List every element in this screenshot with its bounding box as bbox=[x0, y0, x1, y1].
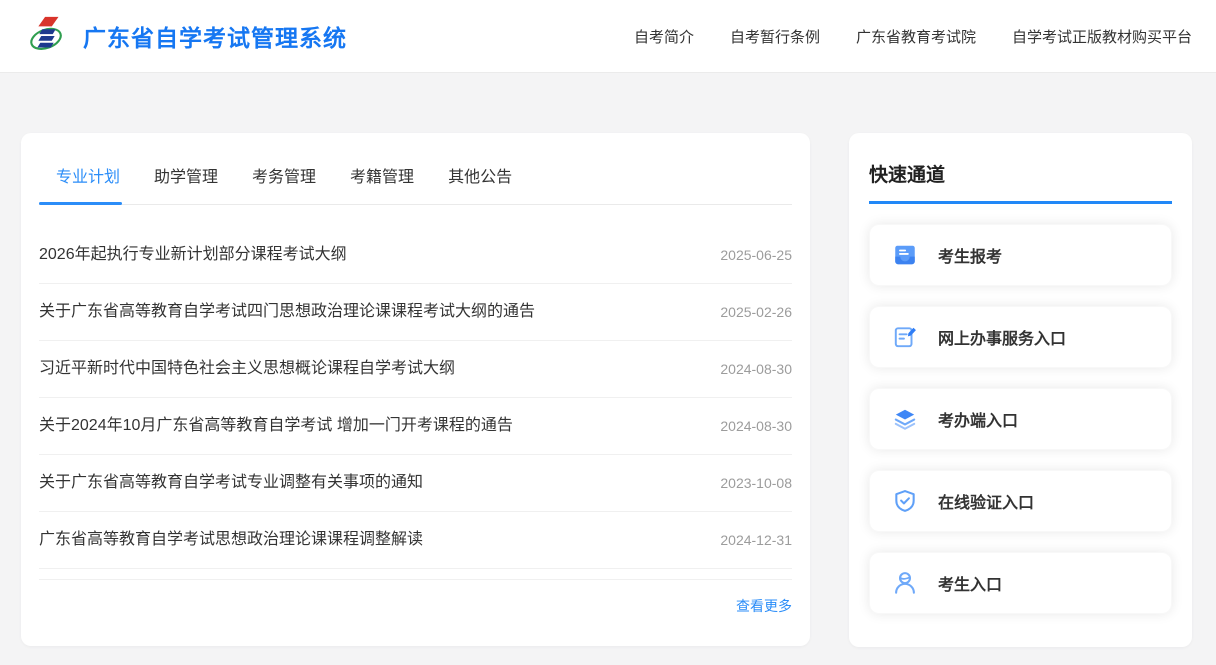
news-item[interactable]: 关于广东省高等教育自学考试专业调整有关事项的通知 2023-10-08 bbox=[39, 455, 792, 512]
news-item-title[interactable]: 关于广东省高等教育自学考试专业调整有关事项的通知 bbox=[39, 472, 423, 494]
quick-link-label: 在线验证入口 bbox=[938, 495, 1035, 512]
news-item-date: 2025-02-26 bbox=[720, 304, 792, 320]
quick-link-exam-office[interactable]: 考办端入口 bbox=[869, 388, 1172, 450]
news-item-title[interactable]: 习近平新时代中国特色社会主义思想概论课程自学考试大纲 bbox=[39, 358, 455, 380]
inbox-icon bbox=[892, 242, 918, 268]
news-item[interactable]: 广东省高等教育自学考试思想政治理论课课程调整解读 2024-12-31 bbox=[39, 512, 792, 569]
news-item[interactable]: 2026年起执行专业新计划部分课程考试大纲 2025-06-25 bbox=[39, 227, 792, 284]
news-item-title[interactable]: 关于广东省高等教育自学考试四门思想政治理论课课程考试大纲的通告 bbox=[39, 301, 535, 323]
news-item-date: 2024-08-30 bbox=[720, 361, 792, 377]
layers-icon bbox=[892, 406, 918, 432]
site-logo-icon bbox=[24, 13, 70, 59]
news-item[interactable]: 习近平新时代中国特色社会主义思想概论课程自学考试大纲 2024-08-30 bbox=[39, 341, 792, 398]
news-item-date: 2024-08-30 bbox=[720, 418, 792, 434]
tab-study-aid[interactable]: 助学管理 bbox=[154, 163, 218, 204]
page-title: 广东省自学考试管理系统 bbox=[83, 25, 347, 51]
news-list: 2026年起执行专业新计划部分课程考试大纲 2025-06-25 关于广东省高等… bbox=[39, 227, 792, 580]
news-item-date: 2025-06-25 bbox=[720, 247, 792, 263]
news-item-title[interactable]: 2026年起执行专业新计划部分课程考试大纲 bbox=[39, 244, 347, 266]
news-item[interactable]: 关于广东省高等教育自学考试四门思想政治理论课课程考试大纲的通告 2025-02-… bbox=[39, 284, 792, 341]
view-more-link[interactable]: 查看更多 bbox=[736, 598, 792, 614]
tab-other-notices[interactable]: 其他公告 bbox=[448, 163, 512, 204]
quick-link-label: 考生入口 bbox=[938, 577, 1003, 594]
quick-link-label: 网上办事服务入口 bbox=[938, 331, 1067, 348]
user-icon bbox=[892, 570, 918, 596]
nav-link-intro[interactable]: 自考简介 bbox=[634, 26, 694, 47]
tab-major-plan[interactable]: 专业计划 bbox=[38, 163, 123, 205]
news-tabs: 专业计划 助学管理 考务管理 考籍管理 其他公告 bbox=[38, 133, 792, 205]
news-item-title[interactable]: 关于2024年10月广东省高等教育自学考试 增加一门开考课程的通告 bbox=[39, 415, 513, 437]
list-divider bbox=[39, 569, 792, 580]
form-edit-icon bbox=[892, 324, 918, 350]
quick-link-label: 考办端入口 bbox=[938, 413, 1019, 430]
quick-channel-card: 快速通道 考生报考 网上办事服务入口 考办端入口 在线验证入口 考生入口 bbox=[849, 133, 1192, 647]
nav-link-exam-authority[interactable]: 广东省教育考试院 bbox=[856, 26, 976, 47]
quick-link-candidate-register[interactable]: 考生报考 bbox=[869, 224, 1172, 286]
quick-link-online-services[interactable]: 网上办事服务入口 bbox=[869, 306, 1172, 368]
news-card: 专业计划 助学管理 考务管理 考籍管理 其他公告 2026年起执行专业新计划部分… bbox=[21, 133, 810, 646]
news-item-date: 2023-10-08 bbox=[720, 475, 792, 491]
top-nav: 自考简介 自考暂行条例 广东省教育考试院 自学考试正版教材购买平台 bbox=[634, 26, 1192, 47]
tab-exam-affairs[interactable]: 考务管理 bbox=[252, 163, 316, 204]
nav-link-regulations[interactable]: 自考暂行条例 bbox=[730, 26, 820, 47]
news-footer: 查看更多 bbox=[39, 580, 792, 646]
tab-exam-records[interactable]: 考籍管理 bbox=[350, 163, 414, 204]
page-body: 专业计划 助学管理 考务管理 考籍管理 其他公告 2026年起执行专业新计划部分… bbox=[0, 73, 1216, 647]
quick-channel-title: 快速通道 bbox=[869, 133, 1172, 204]
quick-link-label: 考生报考 bbox=[938, 249, 1003, 266]
news-item-title[interactable]: 广东省高等教育自学考试思想政治理论课课程调整解读 bbox=[39, 529, 423, 551]
quick-link-online-verification[interactable]: 在线验证入口 bbox=[869, 470, 1172, 532]
top-header: 广东省自学考试管理系统 自考简介 自考暂行条例 广东省教育考试院 自学考试正版教… bbox=[0, 0, 1216, 73]
shield-check-icon bbox=[892, 488, 918, 514]
news-item[interactable]: 关于2024年10月广东省高等教育自学考试 增加一门开考课程的通告 2024-0… bbox=[39, 398, 792, 455]
news-item-date: 2024-12-31 bbox=[720, 532, 792, 548]
nav-link-textbook-platform[interactable]: 自学考试正版教材购买平台 bbox=[1012, 26, 1192, 47]
quick-link-candidate-entry[interactable]: 考生入口 bbox=[869, 552, 1172, 614]
